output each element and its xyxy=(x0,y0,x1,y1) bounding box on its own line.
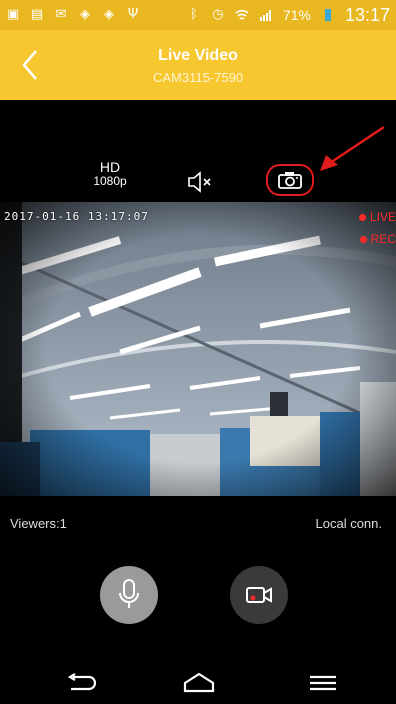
video-timestamp: 2017-01-16 13:17:07 xyxy=(4,210,149,223)
page-title: Live Video xyxy=(158,47,238,64)
image-notification-icon: ▤ xyxy=(30,7,44,22)
shield-notification-icon: ◈ xyxy=(80,7,90,22)
system-nav-bar xyxy=(0,660,396,704)
back-icon[interactable] xyxy=(64,670,98,696)
quality-toggle[interactable]: HD 1080p xyxy=(92,160,128,188)
battery-icon xyxy=(321,8,335,22)
wifi-icon xyxy=(235,8,249,22)
live-video-feed[interactable]: 2017-01-16 13:17:07 LIVE REC xyxy=(0,202,396,496)
app-header: Live Video CAM3115-7590 xyxy=(0,30,396,100)
stream-info: Viewers:1 Local conn. xyxy=(0,508,396,538)
camera-id: CAM3115-7590 xyxy=(152,70,244,85)
rec-dot-icon xyxy=(359,235,367,243)
speaker-muted-icon[interactable] xyxy=(186,170,214,194)
connection-type: Local conn. xyxy=(315,516,383,531)
system-status: ᛒ ◷ 71% 13:17 xyxy=(187,5,390,26)
menu-icon[interactable] xyxy=(306,670,340,696)
camera-icon xyxy=(278,172,302,189)
annotation-arrow xyxy=(320,125,385,171)
live-label: LIVE xyxy=(369,210,396,224)
alarm-icon: ◷ xyxy=(212,7,224,22)
live-dot-icon xyxy=(358,213,366,221)
talk-button[interactable] xyxy=(100,566,158,624)
snapshot-button[interactable] xyxy=(266,164,314,196)
app-notification-icon: ▣ xyxy=(6,7,20,22)
status-bar: ▣ ▤ ✉ ◈ ◈ Ψ ᛒ ◷ 71% 13:17 xyxy=(0,0,396,30)
message-notification-icon: ✉ xyxy=(55,7,67,22)
clock: 13:17 xyxy=(344,4,390,25)
viewers-count: Viewers:1 xyxy=(10,516,67,531)
camera-scene xyxy=(0,202,396,496)
home-icon[interactable] xyxy=(182,670,216,696)
bluetooth-icon: ᛒ xyxy=(190,7,198,22)
microphone-icon xyxy=(119,579,139,608)
video-record-icon xyxy=(246,587,272,603)
notification-icons: ▣ ▤ ✉ ◈ ◈ Ψ xyxy=(6,8,140,22)
screen: ▣ ▤ ✉ ◈ ◈ Ψ ᛒ ◷ 71% 13:17 Live Video CAM… xyxy=(0,0,396,704)
usb-icon: Ψ xyxy=(127,7,139,22)
rec-label: REC xyxy=(370,232,396,246)
battery-percent: 71% xyxy=(282,7,311,23)
shield-notification-icon: ◈ xyxy=(104,7,114,22)
rec-badge: REC xyxy=(359,232,396,246)
quality-label: HD xyxy=(99,159,121,175)
resolution-label: 1080p xyxy=(93,174,127,188)
signal-icon xyxy=(259,8,273,22)
record-button[interactable] xyxy=(230,566,288,624)
live-badge: LIVE xyxy=(358,210,396,224)
